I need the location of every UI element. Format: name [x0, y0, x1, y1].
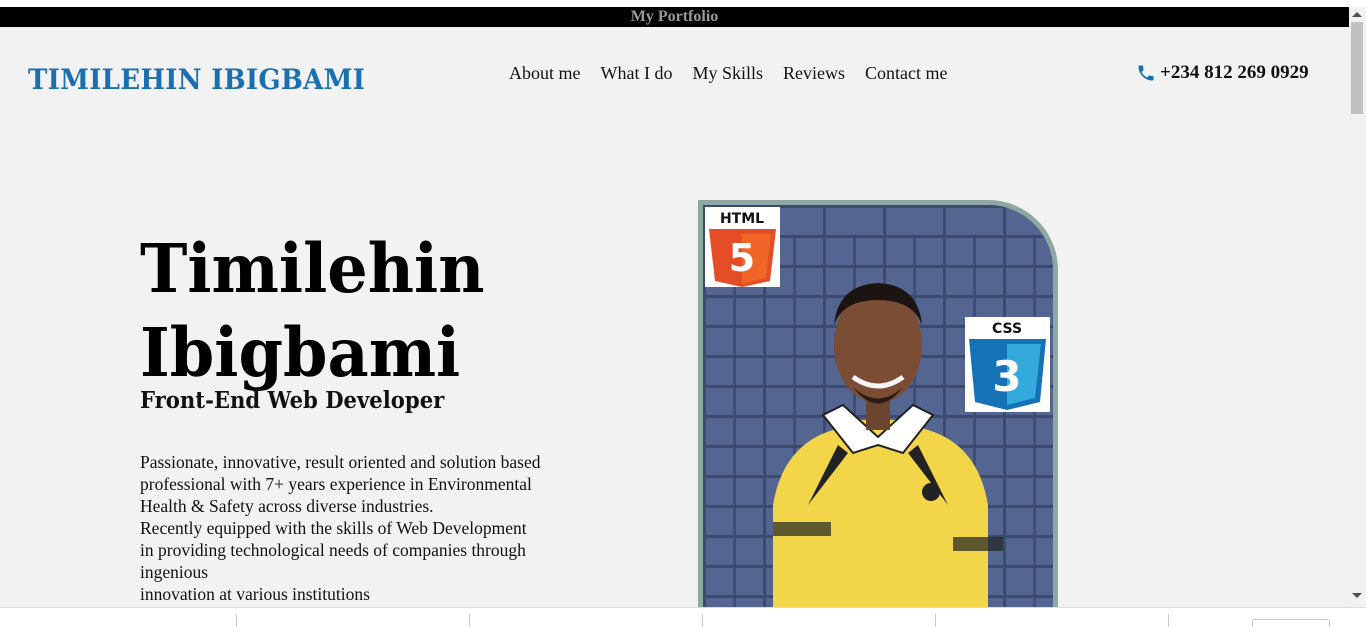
- window-top-strip: [0, 0, 1366, 7]
- html5-badge: HTML 5: [705, 207, 780, 287]
- bio-line: professional with 7+ years experience in…: [140, 474, 532, 494]
- scroll-thumb[interactable]: [1351, 22, 1363, 114]
- nav-what-i-do[interactable]: What I do: [601, 63, 673, 84]
- css3-badge: CSS 3: [965, 317, 1050, 412]
- nav-reviews[interactable]: Reviews: [783, 63, 845, 84]
- hero-role: Front-End Web Developer: [140, 387, 445, 414]
- window-title: My Portfolio: [630, 8, 719, 25]
- hero-bio: Passionate, innovative, result oriented …: [140, 451, 590, 605]
- bio-line: in providing technological needs of comp…: [140, 540, 526, 560]
- phone-number: +234 812 269 0929: [1160, 62, 1309, 83]
- hero-name-first: Timilehin: [140, 229, 485, 308]
- css3-badge-number: 3: [992, 352, 1021, 401]
- nav-contact-me[interactable]: Contact me: [865, 63, 947, 84]
- vertical-scrollbar[interactable]: [1349, 7, 1366, 607]
- hero-name-last: Ibigbami: [140, 313, 461, 392]
- taskbar-divider: [935, 614, 936, 627]
- taskbar-button[interactable]: [1252, 619, 1330, 627]
- bio-line: innovation at various institutions: [140, 584, 370, 604]
- hero-name: Timilehin Ibigbami: [140, 227, 539, 395]
- nav-about-me[interactable]: About me: [509, 63, 581, 84]
- bio-line: Health & Safety across diverse industrie…: [140, 496, 434, 516]
- html5-badge-number: 5: [729, 236, 755, 280]
- window-title-bar: My Portfolio: [0, 7, 1349, 27]
- taskbar-divider: [469, 614, 470, 627]
- css3-badge-label: CSS: [992, 321, 1022, 337]
- taskbar-divider: [236, 614, 237, 627]
- profile-photo: HTML 5 CSS 3: [698, 200, 1058, 607]
- taskbar-divider: [1168, 614, 1169, 627]
- portfolio-page: TIMILEHIN IBIGBAMI About me What I do My…: [0, 27, 1349, 607]
- scroll-up-arrow-icon[interactable]: [1352, 12, 1362, 17]
- scroll-down-arrow-icon[interactable]: [1352, 593, 1362, 598]
- brand-logo[interactable]: TIMILEHIN IBIGBAMI: [28, 63, 365, 96]
- bio-line: Recently equipped with the skills of Web…: [140, 518, 527, 538]
- html5-badge-label: HTML: [720, 211, 764, 227]
- bio-line: Passionate, innovative, result oriented …: [140, 452, 541, 472]
- bio-line: ingenious: [140, 562, 209, 582]
- phone-icon: [1136, 63, 1156, 83]
- taskbar-divider: [702, 614, 703, 627]
- phone-contact[interactable]: +234 812 269 0929: [1136, 62, 1309, 84]
- main-nav: About me What I do My Skills Reviews Con…: [509, 63, 948, 84]
- nav-my-skills[interactable]: My Skills: [692, 63, 763, 84]
- bottom-taskbar: [0, 607, 1366, 627]
